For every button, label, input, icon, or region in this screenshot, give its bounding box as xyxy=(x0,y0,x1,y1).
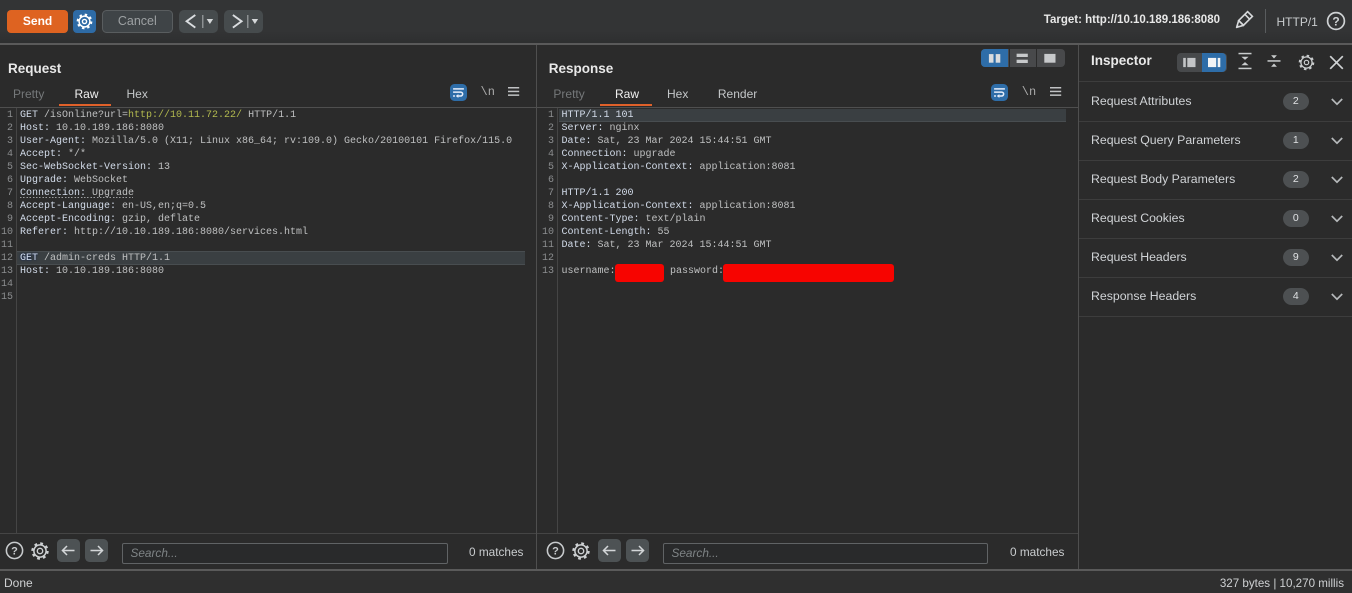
svg-text:?: ? xyxy=(1332,15,1339,29)
svg-text:?: ? xyxy=(552,545,559,557)
svg-text:?: ? xyxy=(11,545,18,557)
